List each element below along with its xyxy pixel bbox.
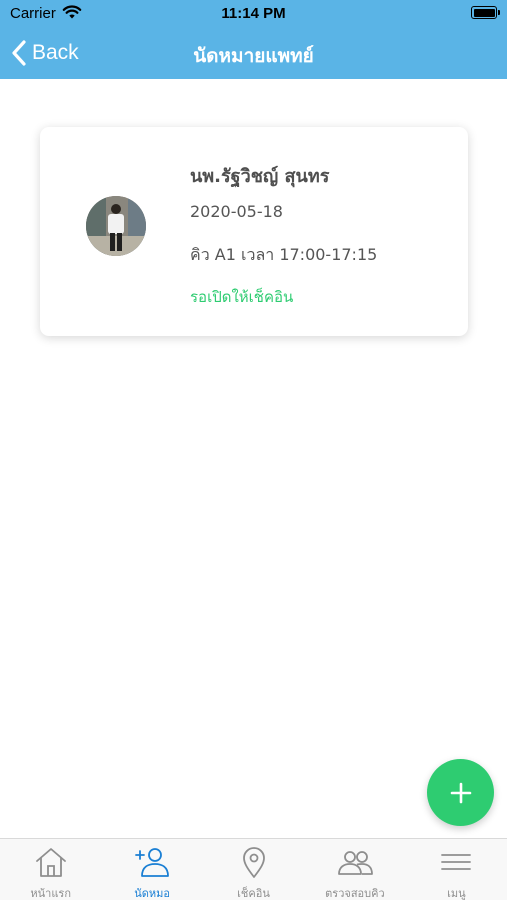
tab-checkin[interactable]: เช็คอิน	[203, 839, 304, 900]
appointment-status: รอเปิดให้เช็คอิน	[190, 288, 294, 306]
page-title: นัดหมายแพทย์	[193, 45, 314, 67]
tab-home[interactable]: หน้าแรก	[0, 839, 101, 900]
tab-appointment[interactable]: นัดหมอ	[101, 839, 202, 900]
appointment-date: 2020-05-18	[190, 202, 283, 221]
tab-label: เมนู	[447, 887, 466, 900]
home-icon	[35, 848, 66, 877]
appointment-card[interactable]: นพ.รัฐวิชญ์ สุนทร 2020-05-18 คิว A1 เวลา…	[40, 127, 468, 336]
tab-label: นัดหมอ	[134, 887, 170, 900]
add-appointment-button[interactable]	[427, 759, 494, 826]
menu-icon	[441, 854, 472, 870]
clock: 11:14 PM	[221, 5, 286, 22]
status-bar: Carrier 11:14 PM	[0, 0, 507, 28]
navigation-bar: Back นัดหมายแพทย์	[0, 28, 507, 79]
tab-label: ตรวจสอบคิว	[325, 887, 385, 900]
doctor-name: นพ.รัฐวิชญ์ สุนทร	[190, 166, 330, 187]
doctor-photo	[86, 196, 146, 256]
location-pin-icon	[242, 847, 265, 878]
tab-bar: หน้าแรก นัดหมอ เช็คอิน ตรวจสอบคิว เมนู	[0, 838, 507, 900]
battery-icon	[471, 6, 500, 19]
plus-icon	[450, 782, 471, 803]
add-user-icon	[135, 848, 170, 877]
tab-menu[interactable]: เมนู	[406, 839, 507, 900]
tab-label: หน้าแรก	[30, 887, 71, 900]
tab-label: เช็คอิน	[237, 887, 270, 900]
users-icon	[338, 851, 373, 875]
appointment-queue-time: คิว A1 เวลา 17:00-17:15	[190, 245, 378, 264]
tab-check-queue[interactable]: ตรวจสอบคิว	[304, 839, 405, 900]
doctor-avatar	[86, 196, 146, 256]
